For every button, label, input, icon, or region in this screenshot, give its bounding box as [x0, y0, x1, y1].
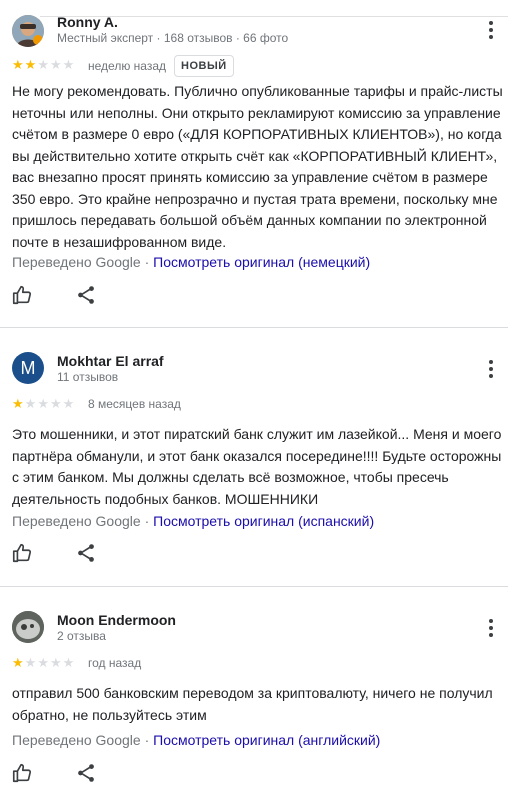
star-empty-icon: ★: [37, 396, 49, 411]
star-empty-icon: ★: [37, 655, 49, 670]
star-rating: ★ ★ ★ ★ ★: [12, 58, 74, 72]
avatar-photo: [12, 611, 44, 643]
reviewer-name[interactable]: Mokhtar El arraf: [57, 353, 164, 369]
thumbs-up-icon[interactable]: [11, 762, 35, 786]
show-original-link[interactable]: Посмотреть оригинал (испанский): [153, 513, 374, 529]
review-text: Не могу рекомендовать. Публично опублико…: [12, 83, 503, 250]
star-empty-icon: ★: [49, 57, 62, 72]
share-icon[interactable]: [75, 762, 99, 786]
review-divider: [0, 586, 508, 587]
translated-by-label: Переведено Google ·: [12, 732, 154, 748]
avatar[interactable]: [12, 611, 44, 643]
avatar[interactable]: M: [12, 352, 44, 384]
translation-line: Переведено Google · Посмотреть оригинал …: [12, 513, 374, 529]
translated-by-label: Переведено Google ·: [12, 254, 154, 270]
review-date: неделю назад: [88, 59, 166, 73]
star-empty-icon: ★: [24, 655, 37, 670]
share-icon[interactable]: [75, 284, 99, 308]
show-original-link[interactable]: Посмотреть оригинал (немецкий): [153, 254, 370, 270]
reviewer-meta[interactable]: 2 отзыва: [57, 629, 106, 643]
star-filled-icon: ★: [12, 655, 24, 670]
reviewer-name[interactable]: Ronny A.: [57, 14, 118, 30]
review-divider: [0, 327, 508, 328]
star-rating: ★ ★ ★ ★ ★: [12, 397, 74, 411]
review-text: отправил 500 банковским переводом за кри…: [12, 685, 493, 723]
star-filled-icon: ★: [12, 396, 24, 411]
review-date: год назад: [88, 656, 142, 670]
menu-dots-icon[interactable]: [482, 616, 500, 640]
star-empty-icon: ★: [49, 396, 62, 411]
reviewer-meta[interactable]: 11 отзывов: [57, 370, 118, 384]
thumbs-up-icon[interactable]: [11, 542, 35, 566]
star-filled-icon: ★: [12, 57, 24, 72]
reviewer-meta[interactable]: Местный эксперт · 168 отзывов · 66 фото: [57, 31, 288, 45]
star-empty-icon: ★: [62, 655, 75, 670]
thumbs-up-icon[interactable]: [11, 284, 35, 308]
star-empty-icon: ★: [62, 57, 75, 72]
menu-dots-icon[interactable]: [482, 18, 500, 42]
star-rating: ★ ★ ★ ★ ★: [12, 656, 74, 670]
menu-dots-icon[interactable]: [482, 357, 500, 381]
translation-line: Переведено Google · Посмотреть оригинал …: [12, 732, 380, 748]
avatar-photo: [12, 15, 44, 47]
review-text: Это мошенники, и этот пиратский банк слу…: [12, 426, 502, 507]
avatar[interactable]: [12, 15, 44, 47]
translated-by-label: Переведено Google ·: [12, 513, 154, 529]
star-empty-icon: ★: [49, 655, 62, 670]
star-filled-icon: ★: [24, 57, 37, 72]
review-date: 8 месяцев назад: [88, 397, 181, 411]
star-empty-icon: ★: [62, 396, 75, 411]
reviewer-name[interactable]: Moon Endermoon: [57, 612, 176, 628]
star-empty-icon: ★: [37, 57, 49, 72]
share-icon[interactable]: [75, 542, 99, 566]
show-original-link[interactable]: Посмотреть оригинал (английский): [153, 732, 380, 748]
translation-line: Переведено Google · Посмотреть оригинал …: [12, 254, 370, 270]
star-empty-icon: ★: [24, 396, 37, 411]
avatar-letter: M: [20, 357, 36, 378]
new-badge: НОВЫЙ: [174, 55, 234, 77]
